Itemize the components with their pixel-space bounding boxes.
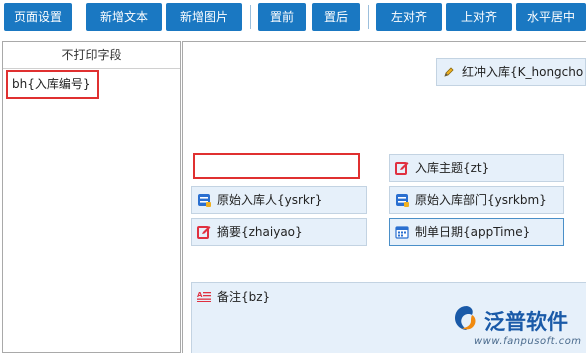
align-left-button[interactable]: 左对齐 [376, 3, 442, 31]
field-original-receiver[interactable]: 原始入库人{ysrkr} [191, 186, 367, 214]
field-label: 入库主题{zt} [415, 161, 490, 175]
align-top-button[interactable]: 上对齐 [446, 3, 512, 31]
textarea-icon: A [197, 291, 211, 302]
field-label: 原始入库人{ysrkr} [217, 193, 323, 207]
toolbar-separator [250, 5, 251, 29]
send-backward-button[interactable]: 置后 [312, 3, 360, 31]
field-subject[interactable]: 入库主题{zt} [389, 154, 564, 182]
field-hongchong[interactable]: 红冲入库{K_hongcho [436, 58, 586, 86]
field-created-date[interactable]: 制单日期{appTime} [389, 218, 564, 246]
field-item-bh[interactable]: bh{入库编号} [6, 70, 99, 99]
list-icon [198, 194, 211, 207]
svg-text:A: A [197, 291, 203, 299]
fanpu-watermark: 泛普软件 www.fanpusoft.com [452, 303, 582, 351]
watermark-name: 泛普软件 [484, 310, 568, 334]
watermark-url: www.fanpusoft.com [474, 336, 582, 347]
add-image-button[interactable]: 新增图片 [166, 3, 242, 31]
list-icon [396, 194, 409, 207]
non-print-fields-panel: 不打印字段 bh{入库编号} [2, 41, 181, 353]
calendar-icon [395, 226, 409, 239]
page-setup-button[interactable]: 页面设置 [4, 3, 72, 31]
toolbar-separator [368, 5, 369, 29]
edit-icon [395, 162, 409, 175]
field-label: 红冲入库{K_hongcho [462, 65, 584, 79]
center-horizontal-button[interactable]: 水平居中 [516, 3, 586, 31]
edit-icon [197, 226, 211, 239]
toolbar: 页面设置 新增文本 新增图片 置前 置后 左对齐 上对齐 水平居中 [0, 0, 586, 37]
selected-empty-field[interactable] [193, 153, 360, 179]
field-label: 原始入库部门{ysrkbm} [415, 193, 547, 207]
bring-forward-button[interactable]: 置前 [258, 3, 306, 31]
field-label: 备注{bz} [217, 290, 271, 304]
add-text-button[interactable]: 新增文本 [86, 3, 162, 31]
field-label: 制单日期{appTime} [415, 225, 531, 239]
panel-title: 不打印字段 [3, 42, 180, 69]
field-label: 摘要{zhaiyao} [217, 225, 303, 239]
field-summary[interactable]: 摘要{zhaiyao} [191, 218, 367, 246]
fanpu-logo-icon [455, 306, 476, 330]
pencil-icon [444, 67, 454, 77]
field-original-department[interactable]: 原始入库部门{ysrkbm} [389, 186, 564, 214]
